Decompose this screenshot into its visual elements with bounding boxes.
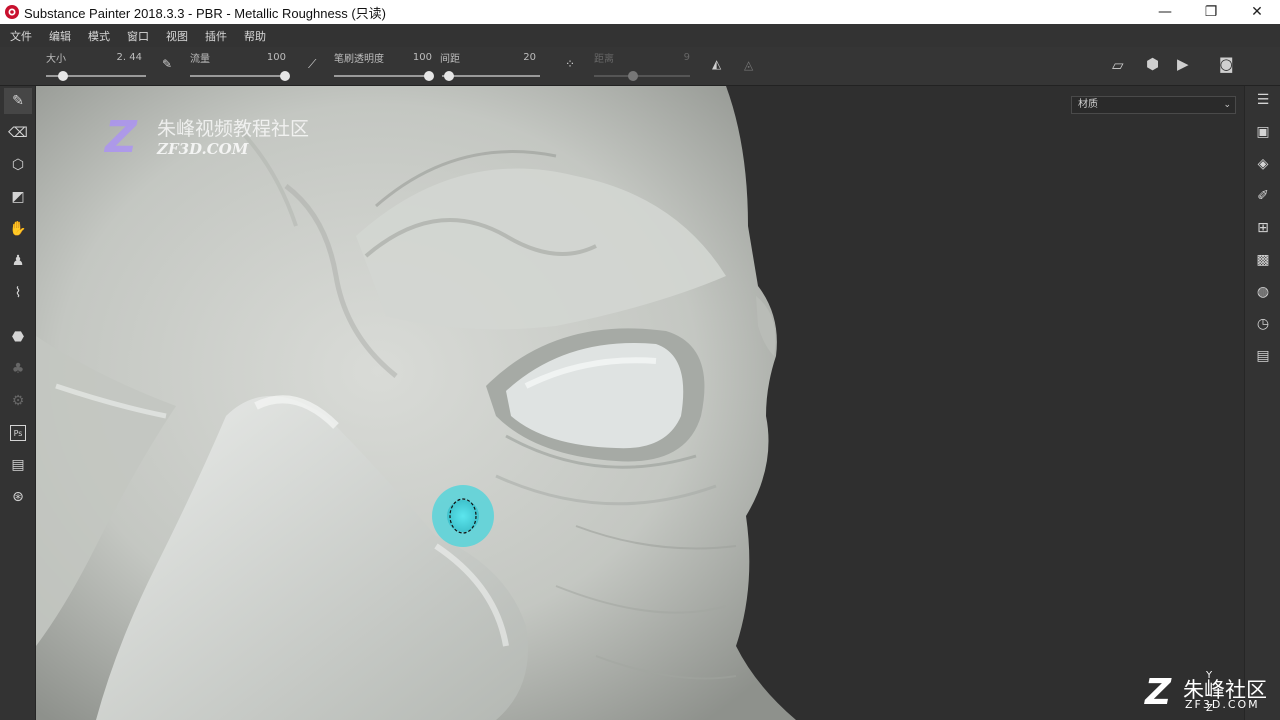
layers-list-icon[interactable]: ☰ [1251, 88, 1275, 112]
menu-window[interactable]: 窗口 [127, 28, 149, 44]
restore-button[interactable]: ❐ [1188, 0, 1234, 24]
app-logo-icon [5, 5, 19, 19]
camera-icon[interactable]: ▶ [1177, 55, 1189, 73]
distance-slider[interactable]: 距离 9 [592, 47, 694, 86]
pressure-size-icon[interactable]: ✎ [162, 57, 172, 71]
right-panel-shelf: ☰ ▣ ◈ ✐ ⊞ ▩ ◍ ◷ ▤ [1244, 86, 1280, 720]
notification-icon[interactable]: ♣ [4, 356, 32, 382]
bake-icon[interactable]: ⬣ [4, 324, 32, 350]
close-button[interactable]: ✕ [1234, 0, 1280, 24]
eraser-icon[interactable]: ⌫ [4, 120, 32, 146]
menu-view[interactable]: 视图 [166, 28, 188, 44]
menu-file[interactable]: 文件 [10, 28, 32, 44]
settings-gear-icon[interactable]: ⚙ [4, 388, 32, 414]
camera-view-icon[interactable]: ▱ [1112, 56, 1124, 74]
stroke-opacity-label: 笔刷透明度 [334, 54, 384, 65]
menu-plugins[interactable]: 插件 [205, 28, 227, 44]
spacing-slider[interactable]: 间距 20 [440, 47, 542, 86]
lazy-mouse-icon[interactable]: ⁘ [565, 57, 575, 71]
stack-icon[interactable]: ◈ [1251, 152, 1275, 176]
menu-edit[interactable]: 编辑 [49, 28, 71, 44]
flow-slider[interactable]: 流量 100 [188, 47, 292, 86]
spacing-track[interactable] [442, 75, 540, 77]
size-value[interactable]: 2. 44 [117, 52, 142, 63]
flow-value[interactable]: 100 [267, 52, 286, 63]
environment-icon[interactable]: ◍ [1251, 280, 1275, 304]
symmetry-icon[interactable]: ◭ [712, 57, 721, 71]
stroke-opacity-track[interactable] [334, 75, 432, 77]
corner-watermark: Z 朱峰社区 ZF3D.COM [1145, 672, 1275, 716]
corner-watermark-english: ZF3D.COM [1185, 698, 1260, 711]
substance-painter-window: Substance Painter 2018.3.3 - PBR - Metal… [0, 0, 1280, 720]
corner-watermark-z: Z [1145, 672, 1172, 713]
object-mode-icon[interactable]: ⬢ [1146, 55, 1159, 73]
distance-value[interactable]: 9 [684, 52, 690, 63]
render-settings-icon[interactable]: ▩ [1251, 248, 1275, 272]
stroke-opacity-knob[interactable] [424, 71, 434, 81]
pressure-flow-icon[interactable]: ⟋ [308, 57, 316, 72]
log-icon[interactable]: ▤ [1251, 344, 1275, 368]
photoshop-export-icon[interactable]: Ps [4, 420, 32, 446]
window-title: Substance Painter 2018.3.3 - PBR - Metal… [24, 5, 387, 21]
size-slider[interactable]: 大小 2. 44 [44, 47, 148, 86]
menu-help[interactable]: 帮助 [244, 28, 266, 44]
chevron-down-icon: ⌄ [1223, 100, 1231, 110]
distance-knob[interactable] [628, 71, 638, 81]
plugin-icon[interactable]: ⊛ [4, 484, 32, 510]
viewport-mode-dropdown[interactable]: 材质 ⌄ [1071, 96, 1236, 114]
document-check-icon[interactable]: ▤ [4, 452, 32, 478]
viewport-mode-value: 材质 [1078, 99, 1098, 110]
smudge-icon[interactable]: ✋ [4, 216, 32, 242]
projection-icon[interactable]: ⬡ [4, 152, 32, 178]
stroke-opacity-slider[interactable]: 笔刷透明度 100 [332, 47, 438, 86]
display-grid-icon[interactable]: ⊞ [1251, 216, 1275, 240]
size-knob[interactable] [58, 71, 68, 81]
paint-brush-icon[interactable]: ✎ [4, 88, 32, 114]
color-picker-icon[interactable]: ⌇ [4, 280, 32, 306]
stroke-opacity-value[interactable]: 100 [413, 52, 432, 63]
symmetry-settings-icon[interactable]: ◬ [744, 58, 753, 72]
watermark-chinese: 朱峰视频教程社区 [157, 118, 310, 140]
menu-mode[interactable]: 模式 [88, 28, 110, 44]
brush-properties-icon[interactable]: ✐ [1251, 184, 1275, 208]
spacing-label: 间距 [440, 54, 460, 65]
spacing-value[interactable]: 20 [523, 52, 536, 63]
menu-bar: 文件 编辑 模式 窗口 视图 插件 帮助 [0, 24, 1280, 47]
spacing-knob[interactable] [444, 71, 454, 81]
distance-track[interactable] [594, 75, 690, 77]
flow-knob[interactable] [280, 71, 290, 81]
sculpt-mesh-render [36, 86, 796, 720]
watermark-english: ZF3D.COM [157, 140, 249, 158]
left-tool-shelf: ✎ ⌫ ⬡ ◩ ✋ ♟ ⌇ ⬣ ♣ ⚙ Ps ▤ ⊛ [0, 86, 36, 720]
texture-set-icon[interactable]: ▣ [1251, 120, 1275, 144]
clone-stamp-icon[interactable]: ♟ [4, 248, 32, 274]
3d-viewport[interactable] [36, 86, 1244, 720]
flow-track[interactable] [190, 75, 288, 77]
minimize-button[interactable]: — [1142, 0, 1188, 24]
polygon-fill-icon[interactable]: ◩ [4, 184, 32, 210]
title-bar: Substance Painter 2018.3.3 - PBR - Metal… [0, 0, 1280, 24]
flow-label: 流量 [190, 54, 210, 65]
size-label: 大小 [46, 54, 66, 65]
watermark-z-letter: Z [105, 112, 137, 163]
distance-label: 距离 [594, 54, 614, 65]
history-icon[interactable]: ◷ [1251, 312, 1275, 336]
tool-properties-bar: 大小 2. 44 ✎ 流量 100 ⟋ 笔刷透明度 100 间距 20 ⁘ 距离… [0, 47, 1280, 86]
screenshot-icon[interactable]: ◙ [1219, 55, 1234, 73]
